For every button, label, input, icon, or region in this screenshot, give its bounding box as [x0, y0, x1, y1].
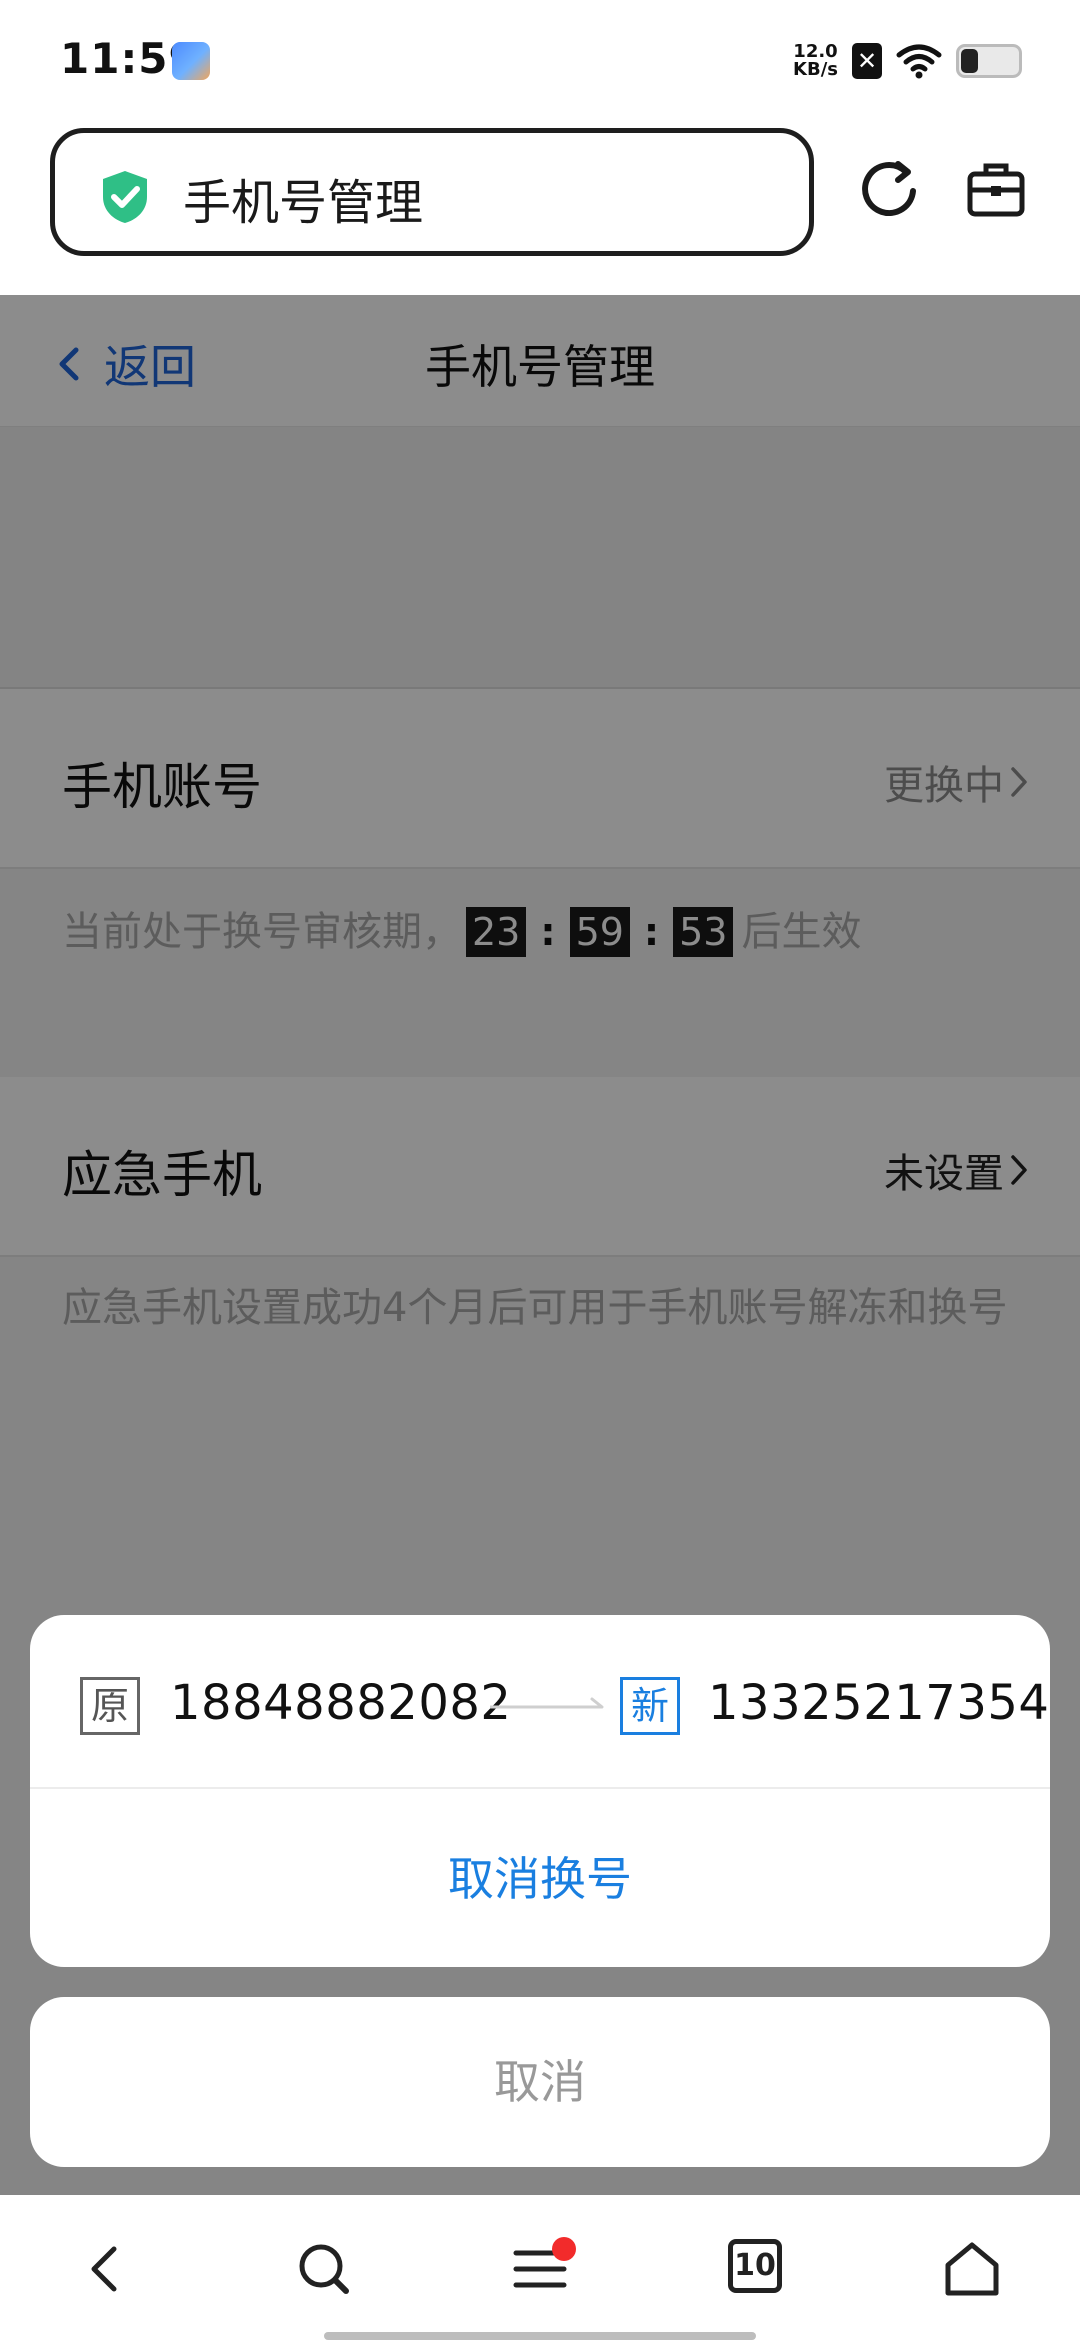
search-icon[interactable] — [294, 2239, 354, 2299]
old-number: 18848882082 — [170, 1675, 512, 1731]
status-bar: 11:59 12.0 KB/s ✕ — [0, 0, 1080, 120]
wifi-icon — [896, 44, 942, 79]
browser-toolbar: 手机号管理 — [0, 120, 1080, 295]
no-sim-icon: ✕ — [852, 43, 882, 79]
cancel-number-change-button[interactable]: 取消换号 — [30, 1791, 1050, 1967]
tabs-icon[interactable]: 10 — [728, 2239, 782, 2293]
arrow-right-icon — [490, 1697, 604, 1709]
cancel-button[interactable]: 取消 — [30, 1997, 1050, 2167]
action-sheet: 原 18848882082 新 13325217354 取消换号 — [30, 1615, 1050, 1967]
battery-level — [961, 49, 978, 73]
old-number-tag: 原 — [80, 1677, 140, 1735]
notification-dot — [552, 2237, 576, 2261]
address-bar[interactable]: 手机号管理 — [50, 128, 814, 256]
browser-bottom-bar: 10 — [0, 2195, 1080, 2344]
new-number-tag: 新 — [620, 1677, 680, 1735]
app-notification-icon — [172, 42, 210, 80]
shield-check-icon — [103, 171, 147, 223]
toolbox-icon[interactable] — [966, 160, 1026, 218]
home-indicator[interactable] — [324, 2332, 756, 2340]
new-number: 13325217354 — [708, 1675, 1050, 1731]
network-speed-unit: KB/s — [793, 59, 838, 80]
status-indicators: 12.0 KB/s ✕ — [793, 38, 1022, 84]
number-change-row: 原 18848882082 新 13325217354 — [30, 1615, 1050, 1789]
battery-icon — [956, 44, 1022, 78]
refresh-icon[interactable] — [858, 158, 920, 220]
back-arrow-icon[interactable] — [76, 2239, 136, 2299]
network-speed: 12.0 KB/s — [793, 43, 838, 79]
screen: 11:59 12.0 KB/s ✕ 手机号管理 返回 手机号管理 手机账号 更换… — [0, 0, 1080, 2344]
address-bar-title: 手机号管理 — [183, 175, 424, 231]
home-icon[interactable] — [942, 2239, 1002, 2299]
